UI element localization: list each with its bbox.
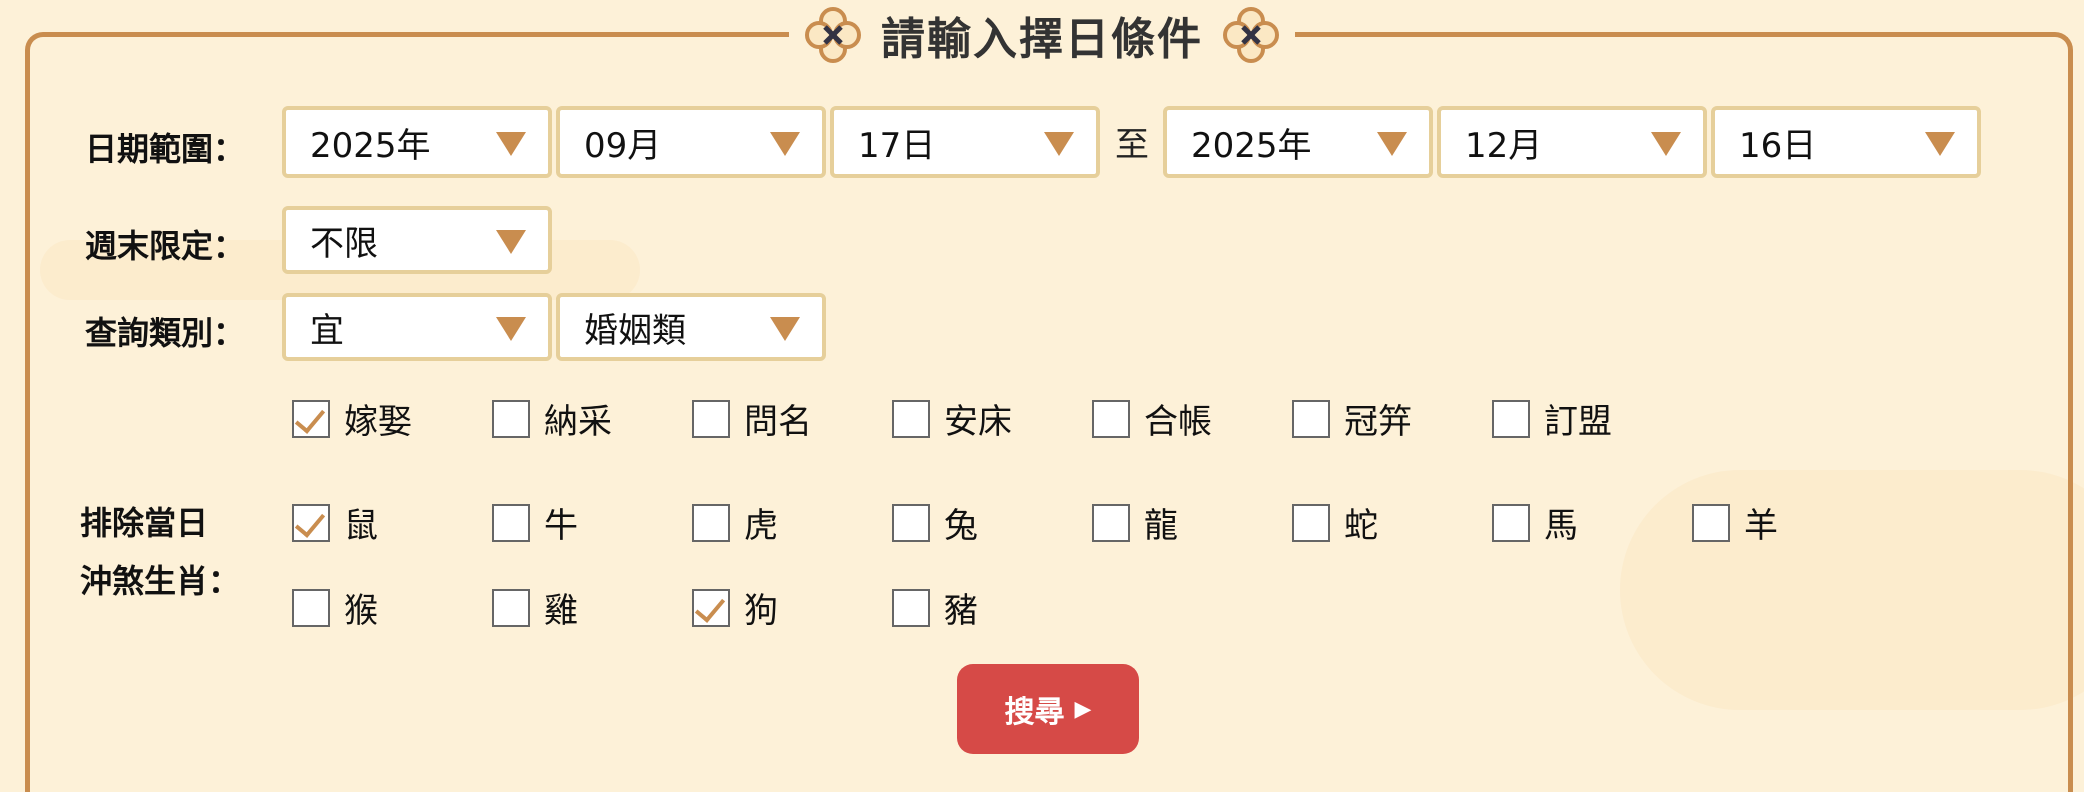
- zodiac-label: 雞: [544, 591, 578, 631]
- dropdown-arrow-icon: [1044, 132, 1074, 156]
- play-triangle-icon: ▶: [1074, 696, 1092, 722]
- dropdown-arrow-icon: [770, 132, 800, 156]
- dropdown-arrow-icon: [496, 317, 526, 341]
- checkbox-box[interactable]: [1092, 503, 1130, 542]
- weekend-select[interactable]: 不限: [282, 206, 552, 274]
- zodiac-label-line1: 排除當日: [80, 504, 209, 542]
- zodiac-checkbox-2[interactable]: 虎: [692, 498, 778, 547]
- checkbox-box[interactable]: [892, 503, 930, 542]
- checkbox-box[interactable]: [492, 588, 530, 627]
- checkbox-box[interactable]: [1692, 503, 1730, 542]
- checkbox-box[interactable]: [1292, 399, 1330, 438]
- zodiac-checkbox-7[interactable]: 羊: [1692, 498, 1778, 547]
- flower-ornament-icon: [1223, 7, 1279, 63]
- zodiac-label: 虎: [744, 506, 778, 546]
- checkbox-box[interactable]: [292, 399, 330, 438]
- zodiac-label: 豬: [944, 591, 978, 631]
- zodiac-label: 蛇: [1344, 506, 1378, 546]
- end-month-value: 12月: [1465, 125, 1543, 166]
- query-type-value: 宜: [310, 310, 344, 351]
- zodiac-checkbox-1[interactable]: 牛: [492, 498, 578, 547]
- zodiac-checkbox-3[interactable]: 兔: [892, 498, 978, 547]
- zodiac-label: 鼠: [344, 506, 378, 546]
- dropdown-arrow-icon: [1925, 132, 1955, 156]
- checkbox-box[interactable]: [292, 503, 330, 542]
- checkbox-box[interactable]: [1492, 503, 1530, 542]
- date-range-label: 日期範圍：: [85, 130, 246, 168]
- weekend-label: 週末限定：: [85, 227, 246, 265]
- zodiac-checkbox-9[interactable]: 雞: [492, 583, 578, 632]
- checkbox-box[interactable]: [492, 399, 530, 438]
- end-day-select[interactable]: 16日: [1711, 106, 1981, 178]
- start-day-value: 17日: [858, 125, 936, 166]
- query-category-select[interactable]: 婚姻類: [556, 293, 826, 361]
- checkbox-box[interactable]: [1292, 503, 1330, 542]
- dropdown-arrow-icon: [770, 317, 800, 341]
- dropdown-arrow-icon: [496, 230, 526, 254]
- activity-checkbox-4[interactable]: 合帳: [1092, 394, 1212, 443]
- zodiac-checkbox-10[interactable]: 狗: [692, 583, 778, 632]
- activity-checkbox-0[interactable]: 嫁娶: [292, 394, 412, 443]
- activity-checkbox-5[interactable]: 冠笄: [1292, 394, 1412, 443]
- search-button-label: 搜尋: [1004, 695, 1065, 730]
- activity-label: 納采: [544, 402, 612, 442]
- zodiac-label: 龍: [1144, 506, 1178, 546]
- start-month-select[interactable]: 09月: [556, 106, 826, 178]
- dropdown-arrow-icon: [496, 132, 526, 156]
- search-button[interactable]: 搜尋 ▶: [957, 664, 1139, 754]
- zodiac-label-line2: 沖煞生肖：: [80, 562, 241, 600]
- query-type-select[interactable]: 宜: [282, 293, 552, 361]
- checkbox-box[interactable]: [692, 399, 730, 438]
- zodiac-label: 狗: [744, 591, 778, 631]
- checkbox-box[interactable]: [692, 503, 730, 542]
- end-day-value: 16日: [1739, 125, 1817, 166]
- activity-label: 訂盟: [1544, 402, 1612, 442]
- checkbox-box[interactable]: [892, 399, 930, 438]
- zodiac-checkbox-6[interactable]: 馬: [1492, 498, 1578, 547]
- checkbox-box[interactable]: [1492, 399, 1530, 438]
- zodiac-label: 兔: [944, 506, 978, 546]
- start-day-select[interactable]: 17日: [830, 106, 1100, 178]
- start-month-value: 09月: [584, 125, 662, 166]
- zodiac-checkbox-8[interactable]: 猴: [292, 583, 378, 632]
- zodiac-checkbox-5[interactable]: 蛇: [1292, 498, 1378, 547]
- checkbox-box[interactable]: [292, 588, 330, 627]
- end-year-value: 2025年: [1191, 125, 1312, 166]
- activity-label: 安床: [944, 402, 1012, 442]
- activity-checkbox-1[interactable]: 納采: [492, 394, 612, 443]
- checkbox-box[interactable]: [1092, 399, 1130, 438]
- checkbox-box[interactable]: [692, 588, 730, 627]
- start-year-value: 2025年: [310, 125, 431, 166]
- activity-label: 嫁娶: [344, 402, 412, 442]
- activity-label: 冠笄: [1344, 402, 1412, 442]
- end-month-select[interactable]: 12月: [1437, 106, 1707, 178]
- start-year-select[interactable]: 2025年: [282, 106, 552, 178]
- zodiac-checkbox-4[interactable]: 龍: [1092, 498, 1178, 547]
- end-year-select[interactable]: 2025年: [1163, 106, 1433, 178]
- flower-ornament-icon: [805, 7, 861, 63]
- zodiac-checkbox-11[interactable]: 豬: [892, 583, 978, 632]
- activity-label: 問名: [744, 402, 812, 442]
- dropdown-arrow-icon: [1377, 132, 1407, 156]
- checkbox-box[interactable]: [892, 588, 930, 627]
- checkbox-box[interactable]: [492, 503, 530, 542]
- weekend-value: 不限: [310, 223, 378, 264]
- panel-header: 請輸入擇日條件: [0, 0, 2084, 70]
- query-category-value: 婚姻類: [584, 310, 686, 351]
- zodiac-label: 羊: [1744, 506, 1778, 546]
- zodiac-checkbox-0[interactable]: 鼠: [292, 498, 378, 547]
- zodiac-label: 牛: [544, 506, 578, 546]
- activity-checkbox-2[interactable]: 問名: [692, 394, 812, 443]
- zodiac-label: 馬: [1544, 506, 1578, 546]
- zodiac-label: 猴: [344, 591, 378, 631]
- dropdown-arrow-icon: [1651, 132, 1681, 156]
- query-label: 查詢類別：: [85, 314, 246, 352]
- date-range-separator: 至: [1115, 125, 1149, 165]
- activity-checkbox-6[interactable]: 訂盟: [1492, 394, 1612, 443]
- activity-checkbox-3[interactable]: 安床: [892, 394, 1012, 443]
- activity-label: 合帳: [1144, 402, 1212, 442]
- page-title: 請輸入擇日條件: [881, 14, 1203, 65]
